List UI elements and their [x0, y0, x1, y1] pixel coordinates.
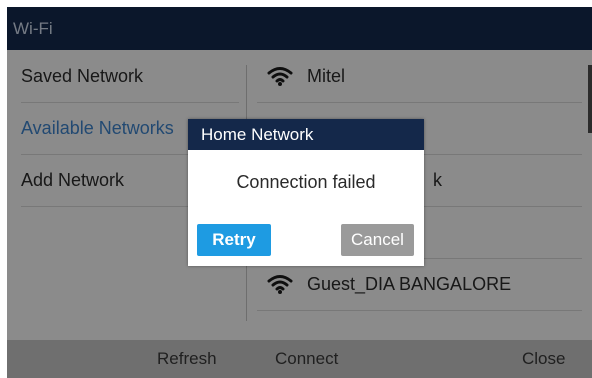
softkey-bar: Refresh Connect Close [7, 340, 592, 378]
close-button[interactable]: Close [522, 340, 565, 378]
cancel-button[interactable]: Cancel [341, 224, 414, 256]
dialog-title: Home Network [188, 119, 424, 150]
connect-button[interactable]: Connect [275, 340, 338, 378]
dialog-message: Connection failed [236, 172, 376, 192]
retry-button[interactable]: Retry [197, 224, 271, 256]
wifi-screen: Wi-Fi Saved Network Available Networks A… [7, 7, 592, 378]
refresh-button[interactable]: Refresh [157, 340, 217, 378]
connection-dialog: Home Network Connection failed Retry Can… [188, 119, 424, 266]
